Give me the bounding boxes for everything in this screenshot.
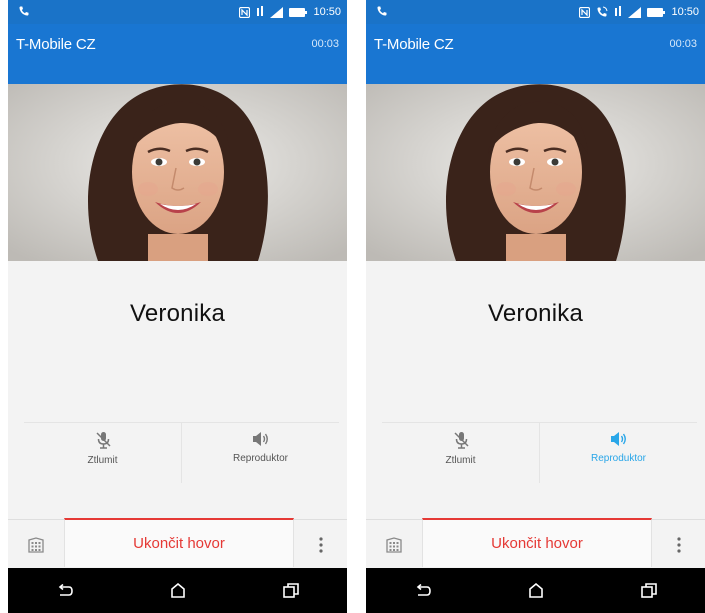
call-action-bar: Ukončit hovor [8,518,347,569]
recents-button[interactable] [619,568,679,613]
phone-icon [377,6,387,16]
back-icon [416,583,431,596]
call-screen-right: 10:50 T-Mobile CZ 00:03 Veronika Ztlumit… [366,0,705,613]
call-controls: Ztlumit Reproduktor [382,422,697,483]
speaker-icon [610,432,626,446]
call-action-bar: Ukončit hovor [366,518,705,569]
speaker-button[interactable]: Reproduktor [539,423,697,483]
back-icon [58,583,73,596]
recents-button[interactable] [261,568,321,613]
mute-label: Ztlumit [87,455,118,466]
more-options-button[interactable] [652,520,705,569]
nfc-icon [239,6,251,18]
dialpad-button[interactable] [8,520,64,569]
signal-icon [628,6,642,18]
call-header: T-Mobile CZ 00:03 [366,24,705,84]
mute-button[interactable]: Ztlumit [382,423,539,483]
signal-icon [270,6,284,18]
back-button[interactable] [393,568,453,613]
home-icon [528,583,543,598]
speaker-label: Reproduktor [590,453,647,464]
mute-mic-icon [95,432,111,449]
status-time: 10:50 [671,6,699,18]
carrier-name: T-Mobile CZ [374,36,454,53]
mute-button[interactable]: Ztlumit [24,423,181,483]
speakerphone-status-icon [597,6,608,17]
home-button[interactable] [506,568,566,613]
end-call-button[interactable]: Ukončit hovor [422,518,652,567]
home-button[interactable] [148,568,208,613]
dialpad-icon [28,536,44,553]
caller-name: Veronika [488,300,583,327]
speaker-button[interactable]: Reproduktor [181,423,339,483]
status-time: 10:50 [313,6,341,18]
phone-icon [19,6,29,16]
status-bar: 10:50 [366,0,705,24]
more-vert-icon [676,536,681,553]
recents-icon [640,583,657,598]
call-controls: Ztlumit Reproduktor [24,422,339,483]
call-forward-icon [615,6,622,16]
recents-icon [282,583,299,598]
call-screen-left: 10:50 T-Mobile CZ 00:03 Veronika Ztlumit… [8,0,347,613]
speaker-label: Reproduktor [232,453,289,464]
navigation-bar [8,568,347,613]
call-duration: 00:03 [669,38,697,50]
call-header: T-Mobile CZ 00:03 [8,24,347,84]
home-icon [170,583,185,598]
more-vert-icon [318,536,323,553]
carrier-name: T-Mobile CZ [16,36,96,53]
call-forward-icon [257,6,264,16]
nfc-icon [579,6,591,18]
dialpad-button[interactable] [366,520,422,569]
navigation-bar [366,568,705,613]
dialpad-icon [386,536,402,553]
speaker-icon [252,432,268,446]
battery-icon [647,7,666,17]
caller-name: Veronika [130,300,225,327]
mute-label: Ztlumit [445,455,476,466]
contact-photo [366,84,705,261]
call-duration: 00:03 [311,38,339,50]
back-button[interactable] [35,568,95,613]
mute-mic-icon [453,432,469,449]
status-bar: 10:50 [8,0,347,24]
end-call-button[interactable]: Ukončit hovor [64,518,294,567]
battery-icon [289,7,308,17]
more-options-button[interactable] [294,520,347,569]
contact-photo [8,84,347,261]
